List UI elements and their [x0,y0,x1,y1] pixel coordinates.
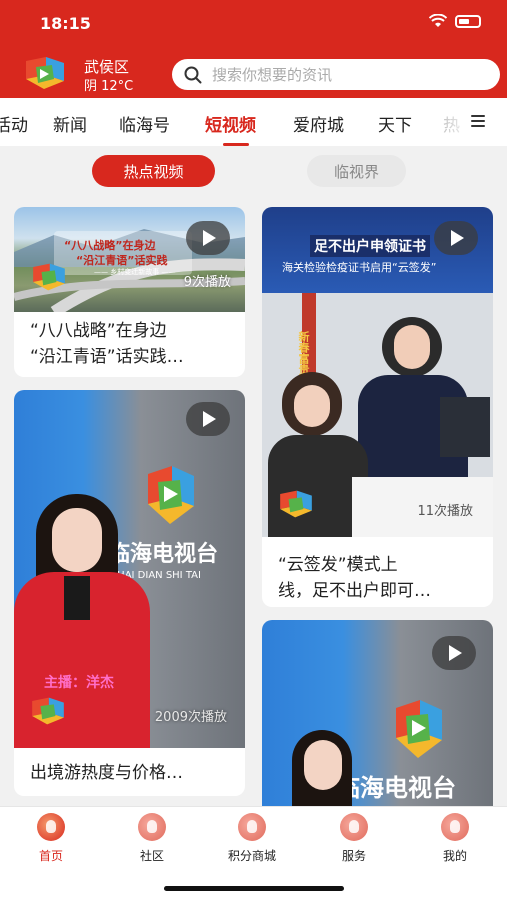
battery-icon [455,14,481,28]
search-icon [184,66,202,83]
tab-fucheng[interactable]: 爱府城 [293,111,344,136]
view-count: 11次播放 [417,504,473,519]
video-card[interactable]: “八八战略”在身边 “沿江青语”话实践 —— 乡村变迁新故事 —— 9次播放 “… [14,207,245,377]
tab-world[interactable]: 天下 [378,111,412,136]
app-logo [32,697,64,725]
station-name: 临海电视台 [336,774,456,802]
status-icons [429,14,481,28]
nav-community[interactable]: 社区 [122,813,182,864]
nav-label: 社区 [139,849,164,863]
community-mascot-icon [138,813,166,841]
tab-activity[interactable]: 活动 [0,111,28,136]
profile-mascot-icon [441,813,469,841]
play-icon[interactable] [186,402,230,436]
nav-label: 服务 [341,849,366,863]
nav-home[interactable]: 首页 [21,813,81,864]
host-caption: 主播：洋杰 [44,675,114,691]
points-mall-mascot-icon [238,813,266,841]
station-logo [148,466,194,524]
tab-linhai-account[interactable]: 临海号 [119,111,170,136]
video-title: “云签发”模式上 [278,555,398,575]
nav-label: 我的 [442,849,467,863]
location-weather: 阴 12°C [84,79,134,94]
overlay-text: 海关检验检疫证书启用“云签发” [282,261,437,274]
play-icon[interactable] [434,221,478,255]
video-card[interactable]: 临海电视台 [262,620,493,806]
video-thumbnail: 临海电视台 LIN HAI DIAN SHI TAI 主播：洋杰 2009次播放 [14,390,245,748]
segment-lin-shijie[interactable]: 临视界 [307,155,406,187]
overlay-text: “沿江青语”话实践 [76,254,168,267]
nav-points-mall[interactable]: 积分商城 [222,813,282,864]
app-header: 18:15 武侯区 阴 12°C 搜索你想要的资讯 [0,0,507,98]
tab-news[interactable]: 新闻 [53,111,87,136]
view-count: 2009次播放 [154,710,227,725]
nav-profile[interactable]: 我的 [425,813,485,864]
overlay-text: 足不出户申领证书 [310,235,430,257]
video-title: “八八战略”在身边 [30,321,167,341]
station-logo [396,700,442,758]
segment-hot-videos[interactable]: 热点视频 [92,155,215,187]
app-logo [280,490,312,518]
nav-label: 积分商城 [227,849,276,863]
play-icon[interactable] [186,221,230,255]
nav-label: 首页 [38,849,63,863]
tab-short-video[interactable]: 短视频 [205,111,256,136]
nav-services[interactable]: 服务 [324,813,384,864]
status-time: 18:15 [40,14,91,33]
active-tab-indicator [223,143,249,146]
station-name: 临海电视台 [108,542,219,567]
services-mascot-icon [340,813,368,841]
app-logo[interactable] [22,55,68,91]
play-icon[interactable] [432,636,476,670]
video-card[interactable]: 临海电视台 LIN HAI DIAN SHI TAI 主播：洋杰 2009次播放… [14,390,245,796]
video-title: 线，足不出户即可… [278,581,431,601]
video-title: 出境游热度与价格… [30,763,183,783]
app-logo [33,263,65,291]
home-mascot-icon [37,813,65,841]
view-count: 9次播放 [183,275,231,290]
overlay-text: “八八战略”在身边 [64,239,156,252]
location-name[interactable]: 武侯区 [84,56,129,77]
home-indicator[interactable] [164,886,344,891]
overlay-text: —— 乡村变迁新故事 —— [94,268,176,276]
video-thumbnail: 临海电视台 [262,620,493,806]
video-card[interactable]: 足不出户申领证书 海关检验检疫证书启用“云签发” 新春富贵 11次播放 “云签发… [262,207,493,607]
wifi-icon [429,14,447,27]
search-placeholder: 搜索你想要的资讯 [212,66,333,84]
category-tabs: 活动 新闻 临海号 短视频 爱府城 天下 热 [0,98,507,146]
video-title: “沿江青语”话实践… [30,347,184,367]
menu-icon[interactable] [471,115,485,127]
video-thumbnail: “八八战略”在身边 “沿江青语”话实践 —— 乡村变迁新故事 —— 9次播放 [14,207,245,312]
search-input[interactable]: 搜索你想要的资讯 [172,59,500,90]
video-thumbnail: 足不出户申领证书 海关检验检疫证书启用“云签发” 新春富贵 11次播放 [262,207,493,537]
